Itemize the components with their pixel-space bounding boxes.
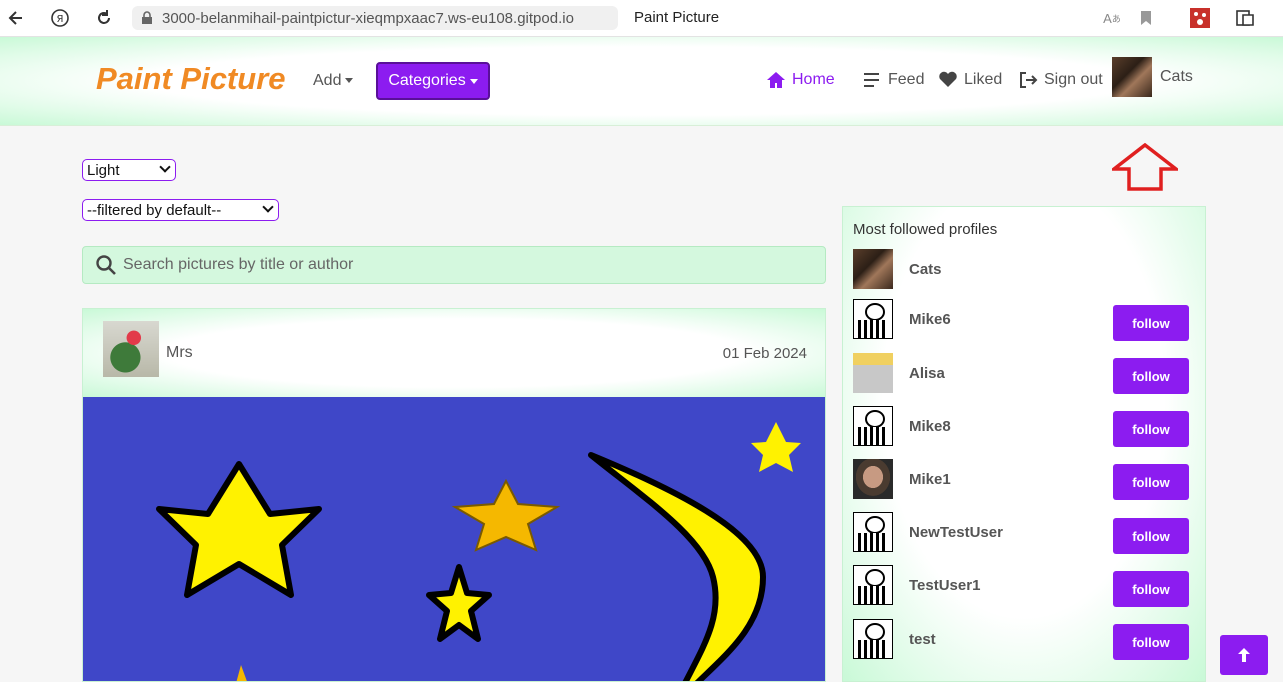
site-navbar: Paint Picture Add Categories Home Feed L…: [0, 37, 1283, 126]
follow-button[interactable]: follow: [1113, 464, 1189, 500]
post-card[interactable]: Mrs 01 Feb 2024: [82, 308, 826, 682]
follow-button[interactable]: follow: [1113, 411, 1189, 447]
chevron-down-icon: [159, 161, 171, 173]
post-author[interactable]: Mrs: [166, 344, 193, 362]
profile-row-cats[interactable]: Cats: [853, 249, 1193, 289]
extension-icon[interactable]: [1188, 6, 1212, 30]
profile-row-test[interactable]: test follow: [853, 619, 1193, 660]
profile-avatar: [1112, 57, 1152, 97]
profile-row-mike1[interactable]: Mike1 follow: [853, 459, 1193, 500]
post-picture[interactable]: [83, 397, 826, 682]
profile-row-testuser1[interactable]: TestUser1 follow: [853, 565, 1193, 607]
post-date: 01 Feb 2024: [722, 345, 807, 362]
follow-button[interactable]: follow: [1113, 305, 1189, 341]
categories-label: Categories: [388, 72, 466, 89]
translate-icon[interactable]: Aあ: [1100, 6, 1124, 30]
reload-icon[interactable]: [92, 6, 116, 30]
home-icon: [767, 72, 785, 88]
back-icon[interactable]: [4, 6, 28, 30]
avatar[interactable]: [853, 565, 893, 605]
annotation-arrow-up-icon: [1112, 143, 1178, 191]
browser-toolbar: Я 3000-belanmihail-paintpictur-xieqmpxaa…: [0, 0, 1283, 37]
follow-button[interactable]: follow: [1113, 518, 1189, 554]
profile-row-newtestuser[interactable]: NewTestUser follow: [853, 512, 1193, 554]
feed-icon: [864, 73, 879, 87]
nav-liked-label: Liked: [964, 71, 1003, 88]
tab-title: Paint Picture: [634, 9, 720, 26]
address-bar[interactable]: 3000-belanmihail-paintpictur-xieqmpxaac7…: [132, 6, 618, 30]
nav-home[interactable]: Home: [766, 70, 835, 90]
nav-signout[interactable]: Sign out: [1018, 70, 1103, 90]
avatar[interactable]: [853, 406, 893, 446]
arrow-up-icon: [1238, 648, 1250, 662]
nav-signout-label: Sign out: [1044, 71, 1103, 88]
profile-row-mike6[interactable]: Mike6 follow: [853, 299, 1193, 341]
follow-button[interactable]: follow: [1113, 571, 1189, 607]
caret-down-icon: [345, 78, 354, 84]
filter-select[interactable]: --filtered by default--: [82, 199, 279, 221]
chevron-down-icon: [262, 201, 274, 213]
follow-button[interactable]: follow: [1113, 358, 1189, 394]
avatar[interactable]: [853, 299, 893, 339]
avatar[interactable]: [853, 459, 893, 499]
follow-button[interactable]: follow: [1113, 624, 1189, 660]
categories-dropdown[interactable]: Categories: [376, 62, 490, 100]
nav-liked[interactable]: Liked: [938, 70, 1002, 90]
scroll-to-top-button[interactable]: [1220, 635, 1268, 675]
svg-text:Я: Я: [57, 14, 64, 25]
search-placeholder: Search pictures by title or author: [123, 256, 354, 273]
url-text: 3000-belanmihail-paintpictur-xieqmpxaac7…: [162, 9, 574, 27]
profile-name[interactable]: Cats: [909, 261, 1193, 278]
nav-feed-label: Feed: [888, 71, 925, 88]
search-input[interactable]: Search pictures by title or author: [82, 246, 826, 284]
lock-icon: [142, 11, 152, 24]
profile-row-mike8[interactable]: Mike8 follow: [853, 406, 1193, 447]
profile-name: Cats: [1160, 68, 1193, 85]
most-followed-sidebar: Most followed profiles Cats Mike6 follow…: [842, 206, 1206, 682]
post-header: Mrs 01 Feb 2024: [83, 309, 825, 397]
bookmark-icon[interactable]: [1134, 6, 1158, 30]
heart-icon: [939, 71, 957, 87]
nav-profile[interactable]: Cats: [1112, 57, 1193, 97]
theme-select[interactable]: Light: [82, 159, 176, 181]
brand-logo[interactable]: Paint Picture: [96, 61, 286, 97]
add-label: Add: [313, 72, 342, 89]
nav-feed[interactable]: Feed: [862, 70, 924, 90]
signout-icon: [1020, 72, 1038, 88]
reader-icon[interactable]: [1233, 6, 1257, 30]
sidebar-title: Most followed profiles: [853, 221, 998, 238]
avatar[interactable]: [853, 249, 893, 289]
yandex-icon[interactable]: Я: [48, 6, 72, 30]
search-icon: [96, 255, 116, 275]
post-author-avatar[interactable]: [103, 321, 159, 377]
filter-select-value: --filtered by default--: [87, 201, 222, 219]
avatar[interactable]: [853, 353, 893, 393]
theme-select-value: Light: [87, 161, 120, 179]
caret-down-icon: [469, 78, 478, 84]
avatar[interactable]: [853, 619, 893, 659]
add-dropdown[interactable]: Add: [313, 72, 354, 90]
profile-row-alisa[interactable]: Alisa follow: [853, 353, 1193, 394]
avatar[interactable]: [853, 512, 893, 552]
nav-home-label: Home: [792, 71, 835, 88]
